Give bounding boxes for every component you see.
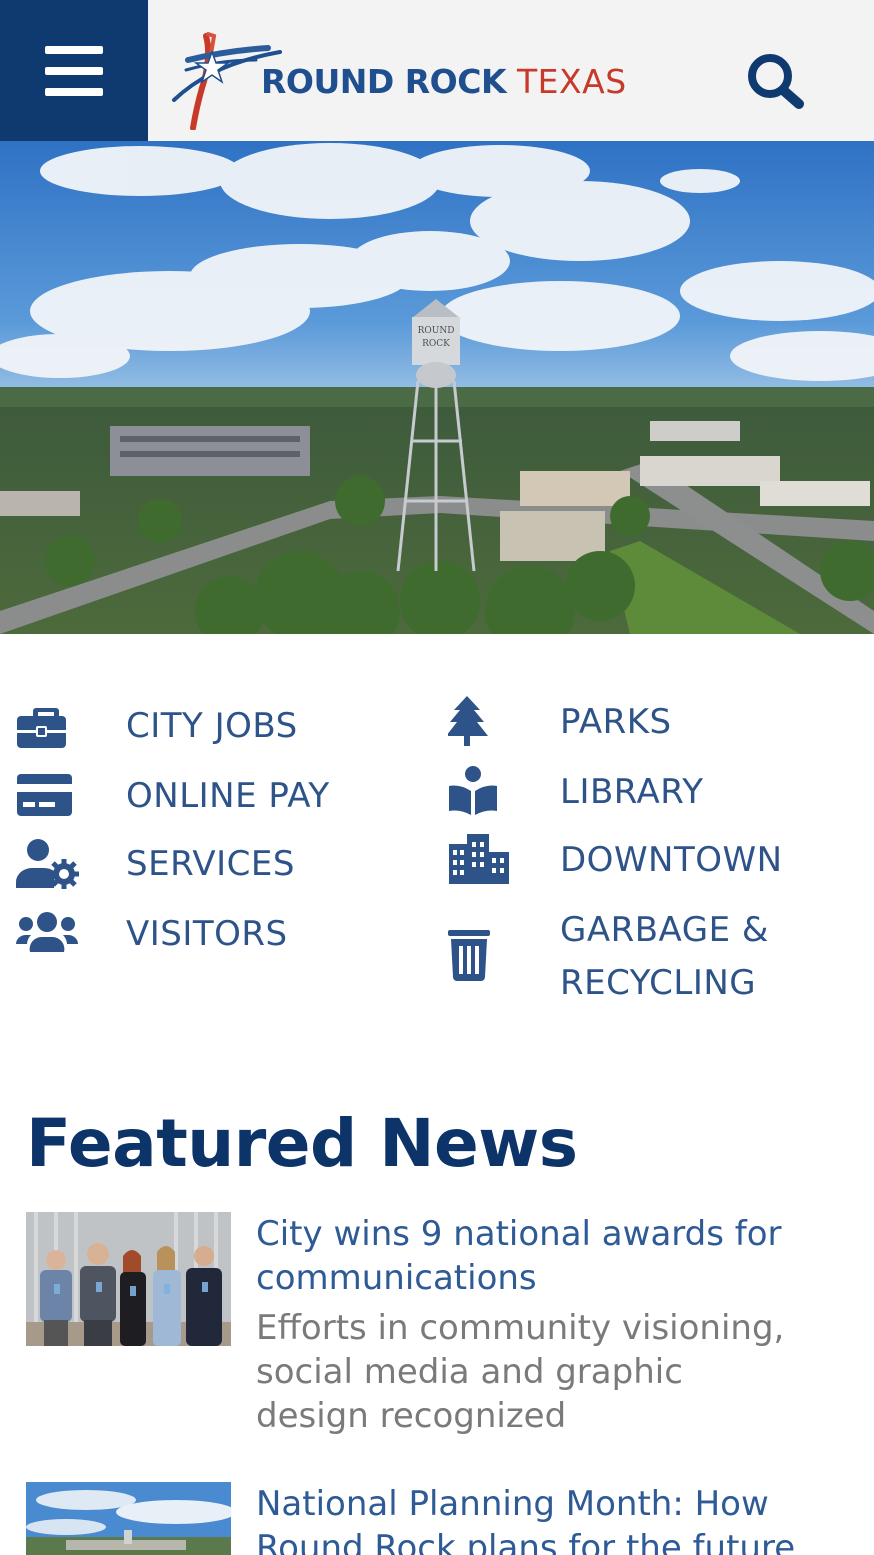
news-item[interactable]: National Planning Month: How Round Rock … (26, 1482, 856, 1555)
users-icon (16, 912, 78, 952)
quick-link-label: PARKS (560, 702, 672, 742)
tower-text-rock: ROCK (422, 339, 450, 349)
quick-link-online-pay[interactable]: ONLINE PAY (16, 770, 396, 826)
quick-link-garbage-recycling[interactable]: GARBAGE & RECYCLING (448, 904, 848, 1014)
quick-link-visitors[interactable]: VISITORS (16, 908, 396, 964)
tower-text-round: ROUND (418, 326, 455, 336)
quick-link-label: SERVICES (126, 844, 295, 884)
news-title-line: communications (256, 1258, 537, 1298)
hero-image: ROUND ROCK (0, 141, 874, 634)
quick-link-label: CITY JOBS (126, 706, 298, 746)
planning-aerial-photo (26, 1482, 231, 1555)
news-summary-line: Efforts in community visioning, (256, 1308, 785, 1348)
featured-news-heading: Featured News (26, 1105, 578, 1182)
search-icon[interactable] (744, 51, 806, 109)
news-title-line: Round Rock plans for the future (256, 1528, 796, 1555)
award-winners-photo (26, 1212, 231, 1346)
quick-link-city-jobs[interactable]: CITY JOBS (16, 700, 396, 756)
logo-text-round-rock: ROUND ROCK (261, 62, 507, 101)
quick-link-parks[interactable]: PARKS (448, 696, 848, 752)
quick-link-label: LIBRARY (560, 772, 704, 812)
quick-link-label: DOWNTOWN (560, 840, 783, 880)
logo-wordmark: ROUND ROCK TEXAS (261, 62, 627, 101)
news-thumbnail[interactable] (26, 1482, 231, 1555)
logo-text-texas: TEXAS (517, 62, 627, 101)
news-summary: Efforts in community visioning, social m… (256, 1306, 856, 1438)
quick-link-label-line2: RECYCLING (560, 963, 757, 1003)
news-title[interactable]: City wins 9 national awards for communic… (256, 1212, 856, 1300)
quick-link-services[interactable]: SERVICES (16, 838, 396, 894)
news-summary-line: social media and graphic (256, 1352, 683, 1392)
site-logo[interactable]: ROUND ROCK TEXAS (168, 30, 648, 130)
tree-icon (448, 696, 488, 746)
quick-link-label: VISITORS (126, 914, 288, 954)
trash-icon (448, 930, 490, 981)
book-reader-icon (449, 766, 497, 815)
hamburger-menu-icon (45, 45, 103, 96)
quick-link-label: ONLINE PAY (126, 776, 330, 816)
news-thumbnail[interactable] (26, 1212, 231, 1346)
news-title[interactable]: National Planning Month: How Round Rock … (256, 1482, 856, 1555)
quick-link-downtown[interactable]: DOWNTOWN (448, 834, 848, 890)
aerial-downtown-image: ROUND ROCK (0, 141, 874, 634)
city-icon (449, 834, 509, 884)
credit-card-icon (17, 774, 72, 816)
site-header: ROUND ROCK TEXAS (0, 0, 874, 141)
news-summary-line: design recognized (256, 1396, 567, 1436)
quick-link-label: GARBAGE & (560, 910, 769, 950)
quick-link-library[interactable]: LIBRARY (448, 766, 848, 822)
news-item[interactable]: City wins 9 national awards for communic… (26, 1212, 856, 1442)
news-title-line: National Planning Month: How (256, 1484, 769, 1524)
news-title-line: City wins 9 national awards for (256, 1214, 782, 1254)
user-gear-icon (16, 839, 79, 889)
briefcase-icon (17, 708, 66, 748)
quick-links: CITY JOBS ONLINE PAY SERVICES VISITORS P… (0, 634, 874, 1054)
menu-button[interactable] (0, 0, 148, 141)
